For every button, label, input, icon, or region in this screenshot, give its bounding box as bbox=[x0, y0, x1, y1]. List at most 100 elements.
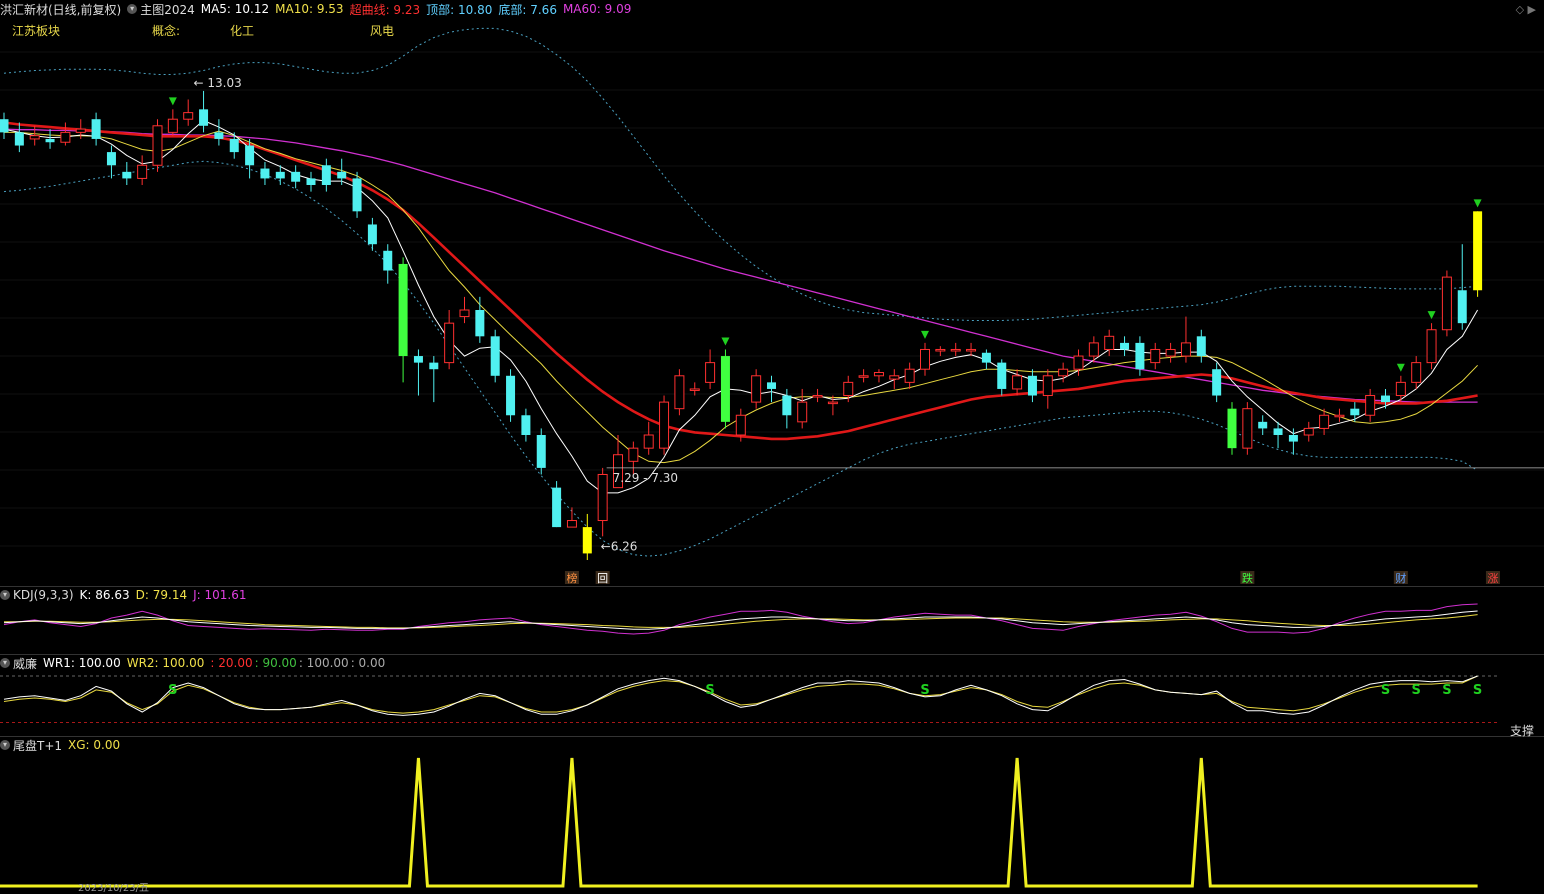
kdj-k-line bbox=[3, 610, 1478, 630]
candle-body bbox=[1012, 375, 1023, 390]
candle-body bbox=[1273, 428, 1283, 435]
chaomai-line bbox=[3, 121, 1478, 441]
candle-body bbox=[659, 401, 670, 449]
candle-body bbox=[521, 415, 531, 435]
candle-body bbox=[1088, 342, 1099, 357]
down-arrow-icon bbox=[168, 97, 177, 106]
tail-header: ▾ 尾盘T+1 XG: 0.00 bbox=[0, 737, 126, 753]
wr1-line bbox=[3, 675, 1478, 716]
candle-body bbox=[490, 336, 500, 376]
dropdown-icon[interactable]: ▾ bbox=[0, 740, 10, 750]
candle-body bbox=[1135, 342, 1145, 370]
candle-body bbox=[997, 362, 1007, 389]
wr-line0: : 0.00 bbox=[350, 656, 386, 670]
candle-body bbox=[966, 348, 977, 352]
candle-body bbox=[14, 132, 24, 146]
candle-body bbox=[1180, 342, 1191, 357]
candle-body bbox=[429, 362, 439, 370]
wr1-value: WR1: 100.00 bbox=[43, 656, 121, 670]
candle-body bbox=[767, 382, 776, 389]
candle-body bbox=[137, 164, 148, 179]
candle-body bbox=[1473, 211, 1483, 291]
kdj-name[interactable]: KDJ(9,3,3) bbox=[13, 588, 74, 602]
high-price-label: ← 13.03 bbox=[194, 76, 242, 90]
chart-canvas[interactable]: ← 13.03 ←6.26 7.29 - 7.30 榜 回 跌 财 涨 S S S S S S S bbox=[0, 0, 1544, 894]
candle-body bbox=[1227, 408, 1237, 449]
candle-body bbox=[812, 395, 823, 398]
candle-body bbox=[1395, 381, 1406, 397]
candle-body bbox=[1042, 375, 1053, 397]
candle-body bbox=[459, 309, 470, 318]
candle-body bbox=[75, 128, 86, 133]
candle-body bbox=[751, 375, 762, 403]
candle-body bbox=[167, 118, 178, 133]
candle-body bbox=[29, 135, 40, 140]
candle-body bbox=[321, 165, 331, 185]
candle-body bbox=[1441, 276, 1452, 331]
dropdown-icon[interactable]: ▾ bbox=[0, 590, 10, 600]
candle-body bbox=[827, 401, 838, 405]
candle-body bbox=[506, 375, 516, 416]
candle-body bbox=[1196, 336, 1206, 357]
candle-body bbox=[1411, 362, 1422, 383]
candle-body bbox=[1258, 421, 1268, 429]
tail-xg: XG: 0.00 bbox=[68, 738, 121, 752]
event-marker: 跌 bbox=[1242, 571, 1253, 585]
candle-body bbox=[674, 375, 685, 410]
candle-body bbox=[45, 138, 55, 143]
candle-body bbox=[214, 132, 224, 139]
wr-s-marker: S bbox=[1381, 683, 1390, 698]
event-marker: 财 bbox=[1395, 571, 1406, 585]
low-price-label: ←6.26 bbox=[601, 539, 638, 553]
price-range-label: 7.29 - 7.30 bbox=[613, 471, 678, 485]
kdj-k: K: 86.63 bbox=[79, 588, 130, 602]
candle-body bbox=[152, 125, 163, 166]
candle-body bbox=[920, 348, 930, 370]
candle-body bbox=[91, 119, 101, 139]
down-arrow-icon bbox=[921, 330, 929, 339]
candle-body bbox=[306, 178, 316, 185]
ma60-line bbox=[3, 128, 1478, 403]
candle-body bbox=[843, 381, 854, 397]
panel-divider[interactable] bbox=[0, 736, 1544, 737]
candle-body bbox=[552, 487, 562, 528]
down-arrow-icon bbox=[721, 337, 730, 346]
candle-body bbox=[352, 178, 362, 212]
dropdown-icon[interactable]: ▾ bbox=[0, 658, 10, 668]
tail-name[interactable]: 尾盘T+1 bbox=[13, 737, 62, 754]
candle-body bbox=[935, 348, 946, 352]
wr-name[interactable]: 威廉 bbox=[13, 655, 37, 672]
wr-s-marker: S bbox=[1473, 683, 1482, 698]
candle-body bbox=[260, 168, 270, 179]
candle-body bbox=[1334, 414, 1345, 418]
candle-body bbox=[1120, 342, 1130, 350]
candle-body bbox=[689, 388, 700, 391]
boll-bottom-line bbox=[3, 160, 1478, 557]
candle-body bbox=[122, 171, 132, 179]
candle-body bbox=[981, 352, 991, 363]
candle-body bbox=[1165, 348, 1176, 357]
candle-body bbox=[183, 112, 194, 120]
candle-body bbox=[1073, 355, 1084, 370]
candle-body bbox=[1288, 435, 1298, 442]
candle-body bbox=[643, 434, 654, 449]
wr-line100: : 100.00 bbox=[298, 656, 349, 670]
candle-body bbox=[1457, 290, 1467, 324]
event-marker: 榜 bbox=[566, 571, 577, 585]
wr-s-marker: S bbox=[168, 683, 177, 698]
wr-support-label: 支撑 bbox=[1509, 724, 1534, 738]
wr2-value: WR2: 100.00 bbox=[126, 656, 205, 670]
candle-body bbox=[1058, 368, 1069, 377]
candle-body bbox=[1242, 408, 1253, 449]
wr-line20: : 20.00 bbox=[210, 656, 253, 670]
footer-date: 2023/10/23/五 bbox=[78, 883, 150, 894]
candle-body bbox=[106, 152, 116, 166]
candle-body bbox=[229, 138, 239, 153]
candle-body bbox=[1150, 348, 1161, 364]
candle-body bbox=[1212, 369, 1222, 396]
candle-body bbox=[1381, 395, 1390, 403]
kdj-d-line bbox=[4, 614, 1478, 629]
xg-signal-line bbox=[0, 757, 1478, 888]
candle-body bbox=[873, 372, 884, 377]
candle-body bbox=[950, 348, 961, 352]
